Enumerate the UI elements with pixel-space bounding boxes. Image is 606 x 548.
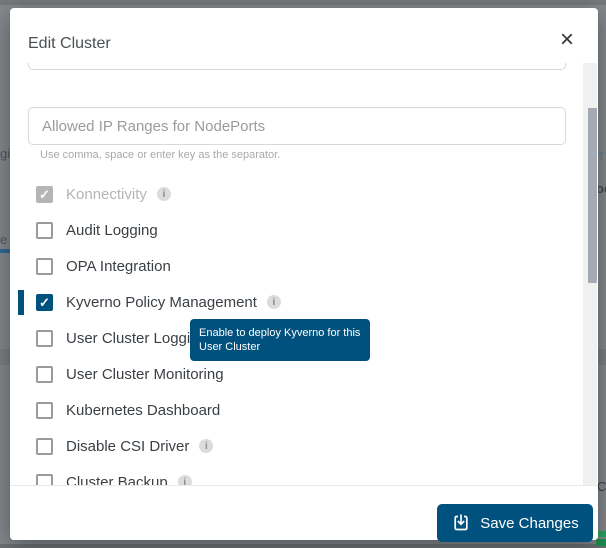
checkbox-label: Konnectivity <box>66 186 147 203</box>
checkbox[interactable]: ✓ <box>36 258 53 275</box>
backdrop-text-fragment: gi <box>0 147 10 161</box>
clipped-top-field[interactable] <box>28 63 566 70</box>
ip-ranges-input[interactable] <box>29 108 565 144</box>
checkbox[interactable]: ✓ <box>36 294 53 311</box>
close-icon[interactable]: × <box>553 26 581 54</box>
ip-ranges-helper-text: Use comma, space or enter key as the sep… <box>40 149 280 161</box>
focused-row-indicator <box>18 290 24 315</box>
checkbox[interactable]: ✓ <box>36 330 53 347</box>
backdrop-bottom-strip <box>0 544 606 548</box>
backdrop-text-fragment: e <box>0 233 9 247</box>
info-icon[interactable]: i <box>157 187 171 201</box>
edit-cluster-dialog: Edit Cluster × Use comma, space or enter… <box>10 8 598 540</box>
checkbox-row-konnectivity: ✓ Konnectivity i <box>36 184 171 204</box>
save-icon <box>451 513 471 533</box>
checkbox-row-kubernetes-dashboard: ✓ Kubernetes Dashboard <box>36 400 220 420</box>
dialog-scroll-content: Use comma, space or enter key as the sep… <box>10 63 598 485</box>
checkbox[interactable]: ✓ <box>36 222 53 239</box>
checkbox-row-cluster-backup: ✓ Cluster Backup i <box>36 472 192 485</box>
checkbox-label[interactable]: OPA Integration <box>66 258 171 275</box>
backdrop-text-fragment: T <box>598 150 606 164</box>
scrollbar-thumb[interactable] <box>588 108 597 283</box>
backdrop-text-fragment: C <box>597 480 606 494</box>
save-changes-button[interactable]: Save Changes <box>437 504 593 542</box>
checkbox-row-opa-integration: ✓ OPA Integration <box>36 256 171 276</box>
checkbox[interactable]: ✓ <box>36 474 53 486</box>
checkbox-label[interactable]: Kyverno Policy Management <box>66 294 257 311</box>
checkbox[interactable]: ✓ <box>36 366 53 383</box>
checkbox-row-kyverno: ✓ Kyverno Policy Management i <box>36 292 281 312</box>
info-icon[interactable]: i <box>178 475 192 485</box>
checkbox[interactable]: ✓ <box>36 402 53 419</box>
save-button-label: Save Changes <box>480 515 578 532</box>
kyverno-tooltip: Enable to deploy Kyverno for this User C… <box>190 319 370 361</box>
checkbox-row-audit-logging: ✓ Audit Logging <box>36 220 158 240</box>
backdrop-top-strip <box>0 0 606 5</box>
ip-ranges-field-wrap <box>28 107 566 145</box>
checkbox-row-user-cluster-logging: ✓ User Cluster Logging <box>36 328 207 348</box>
checkbox[interactable]: ✓ <box>36 438 53 455</box>
info-icon[interactable]: i <box>267 295 281 309</box>
checkbox-label[interactable]: Audit Logging <box>66 222 158 239</box>
backdrop-tab-underline-fragment <box>0 249 10 253</box>
checkbox-label[interactable]: User Cluster Monitoring <box>66 366 224 383</box>
checkbox: ✓ <box>36 186 53 203</box>
checkbox-label[interactable]: Disable CSI Driver <box>66 438 189 455</box>
checkbox-label[interactable]: Cluster Backup <box>66 474 168 486</box>
checkbox-row-disable-csi-driver: ✓ Disable CSI Driver i <box>36 436 213 456</box>
checkbox-label[interactable]: Kubernetes Dashboard <box>66 402 220 419</box>
checkbox-label[interactable]: User Cluster Logging <box>66 330 207 347</box>
dialog-footer: Save Changes <box>10 485 598 540</box>
info-icon[interactable]: i <box>199 439 213 453</box>
checkbox-row-user-cluster-monitoring: ✓ User Cluster Monitoring <box>36 364 224 384</box>
dialog-title: Edit Cluster <box>28 35 111 53</box>
